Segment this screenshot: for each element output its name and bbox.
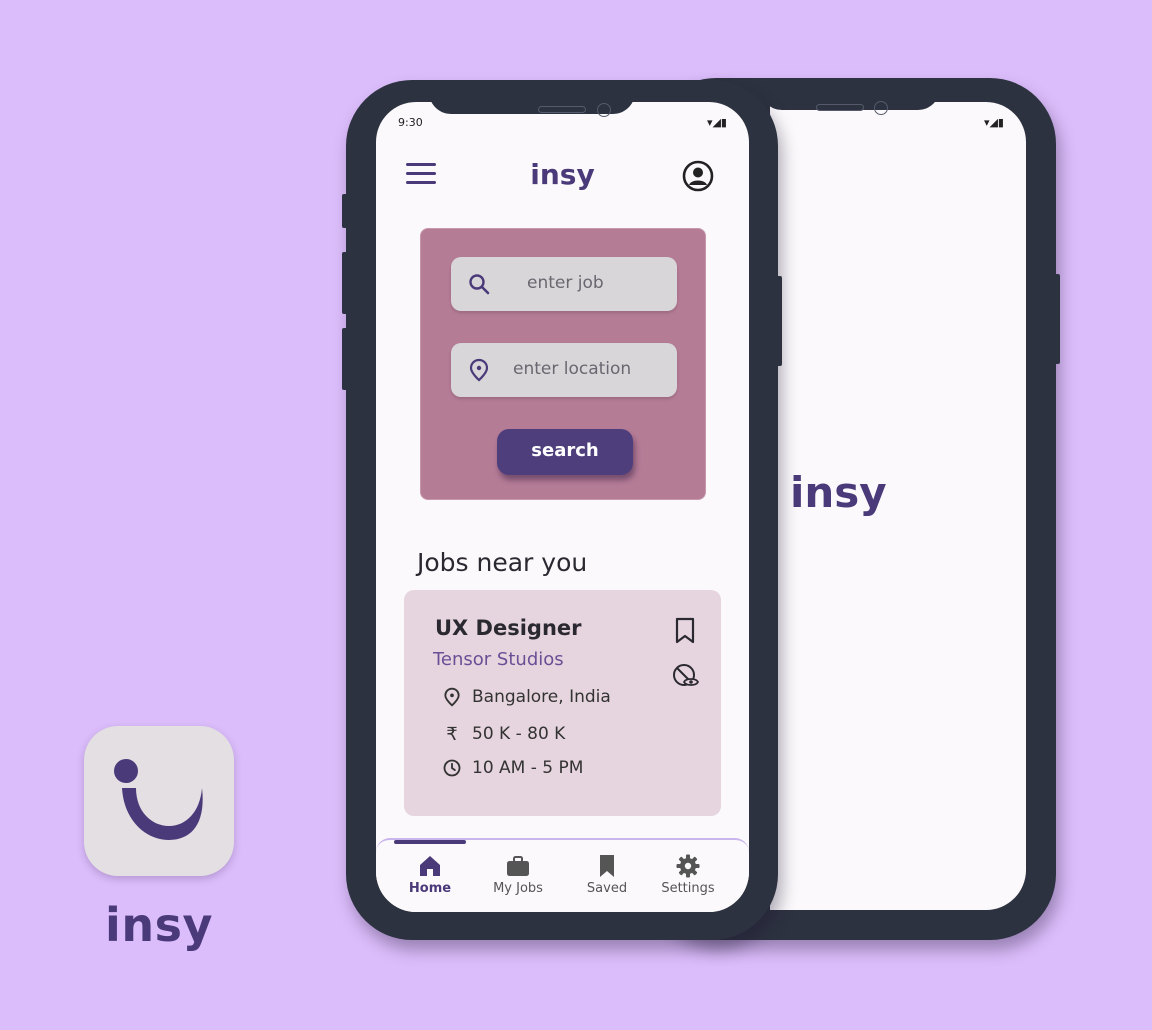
bookmark-icon bbox=[600, 855, 614, 877]
job-location-row: Bangalore, India bbox=[442, 687, 611, 707]
section-title: Jobs near you bbox=[417, 548, 588, 577]
status-time: 9:30 bbox=[398, 116, 423, 129]
home-icon bbox=[420, 856, 440, 876]
location-search-placeholder: enter location bbox=[513, 359, 632, 379]
job-hours-row: 10 AM - 5 PM bbox=[442, 758, 583, 778]
location-pin-icon bbox=[469, 358, 489, 382]
logo-icon bbox=[114, 759, 203, 840]
bottom-nav: Home My Jobs Saved Settings bbox=[376, 838, 749, 912]
status-icons: ▾◢▮ bbox=[983, 116, 1004, 129]
nav-home[interactable]: Home bbox=[390, 854, 470, 896]
phone-home: 9:30 ▾◢▮ insy enter job enter location s… bbox=[342, 80, 782, 940]
job-location: Bangalore, India bbox=[472, 687, 611, 707]
job-card[interactable]: UX Designer Tensor Studios Bangalore, In… bbox=[404, 590, 721, 816]
nav-saved[interactable]: Saved bbox=[567, 854, 647, 896]
nav-my-jobs[interactable]: My Jobs bbox=[478, 854, 558, 896]
bookmark-icon[interactable] bbox=[673, 617, 697, 645]
job-title: UX Designer bbox=[435, 616, 582, 640]
nav-saved-label: Saved bbox=[586, 881, 628, 896]
location-pin-icon bbox=[444, 687, 460, 707]
gear-icon bbox=[676, 854, 700, 878]
briefcase-icon bbox=[507, 856, 529, 876]
active-tab-indicator bbox=[394, 840, 466, 844]
splash-title: insy bbox=[790, 468, 887, 517]
job-hours: 10 AM - 5 PM bbox=[472, 758, 584, 778]
job-salary-row: ₹ 50 K - 80 K bbox=[442, 723, 566, 745]
nav-settings-label: Settings bbox=[661, 881, 715, 896]
home-screen: 9:30 ▾◢▮ insy enter job enter location s… bbox=[376, 102, 749, 912]
clock-icon bbox=[443, 759, 461, 777]
nav-settings[interactable]: Settings bbox=[648, 854, 728, 896]
job-company[interactable]: Tensor Studios bbox=[433, 649, 564, 670]
profile-icon[interactable] bbox=[682, 160, 714, 192]
job-search-placeholder: enter job bbox=[527, 273, 604, 293]
nav-my-jobs-label: My Jobs bbox=[493, 881, 543, 896]
status-icons: ▾◢▮ bbox=[706, 116, 727, 129]
location-search-input[interactable]: enter location bbox=[451, 343, 677, 397]
brand-name: insy bbox=[105, 898, 213, 952]
search-card: enter job enter location search bbox=[420, 228, 706, 500]
nav-home-label: Home bbox=[408, 881, 452, 896]
app-logo bbox=[84, 726, 234, 876]
search-icon bbox=[469, 274, 490, 295]
search-button[interactable]: search bbox=[497, 429, 633, 475]
hide-job-icon[interactable] bbox=[672, 662, 700, 690]
rupee-icon: ₹ bbox=[446, 723, 458, 745]
job-salary: 50 K - 80 K bbox=[472, 724, 566, 744]
splash-screen: ▾◢▮ insy bbox=[770, 102, 1026, 910]
job-search-input[interactable]: enter job bbox=[451, 257, 677, 311]
